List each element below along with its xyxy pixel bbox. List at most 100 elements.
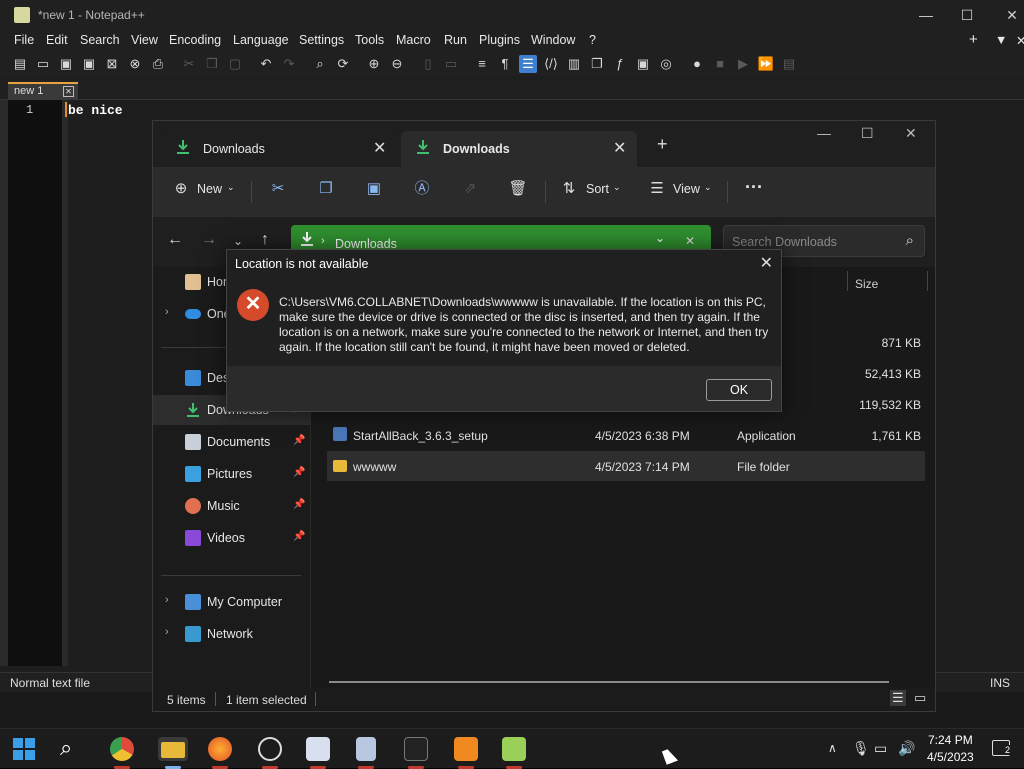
- menu-language[interactable]: Language: [233, 33, 289, 47]
- view-button[interactable]: View: [673, 182, 700, 196]
- lang-icon[interactable]: ⟨/⟩: [542, 55, 560, 73]
- up-arrow-icon[interactable]: ↑: [261, 231, 269, 249]
- menu-file[interactable]: File: [14, 33, 34, 47]
- cut-icon[interactable]: ✂: [180, 55, 198, 73]
- column-header-size[interactable]: Size: [855, 277, 878, 291]
- details-view-icon[interactable]: ☰: [890, 690, 906, 706]
- tiles-view-icon[interactable]: ▭: [914, 690, 926, 706]
- show-all-chars-icon[interactable]: ¶: [496, 55, 514, 73]
- paste-icon[interactable]: ▢: [226, 55, 244, 73]
- clock-date[interactable]: 4/5/2023: [927, 750, 974, 764]
- save-all-icon[interactable]: ▣: [80, 55, 98, 73]
- sort-button[interactable]: Sort: [586, 182, 609, 196]
- horizontal-scrollbar[interactable]: [329, 681, 889, 683]
- close-button[interactable]: ✕: [1000, 6, 1024, 24]
- close-tab-icon[interactable]: ✕: [373, 138, 386, 158]
- menu-edit[interactable]: Edit: [46, 33, 68, 47]
- find-icon[interactable]: ⌕: [311, 55, 329, 73]
- notebook-icon[interactable]: [356, 737, 376, 761]
- indent-guide-icon[interactable]: ☰: [519, 55, 537, 73]
- menu-help[interactable]: ?: [589, 33, 596, 47]
- expand-chevron-icon[interactable]: ›: [165, 626, 169, 638]
- ok-button[interactable]: OK: [706, 379, 772, 401]
- menu-plugins[interactable]: Plugins: [479, 33, 520, 47]
- copy-icon[interactable]: ❐: [316, 179, 336, 199]
- menu-search[interactable]: Search: [80, 33, 120, 47]
- new-tab-icon[interactable]: +: [657, 134, 668, 155]
- notepadpp-icon[interactable]: [502, 737, 526, 761]
- expand-chevron-icon[interactable]: ›: [165, 306, 169, 318]
- paste-icon[interactable]: ▣: [364, 179, 384, 199]
- close-button[interactable]: ✕: [905, 125, 917, 142]
- document-tab[interactable]: new 1 ✕: [8, 82, 78, 100]
- nav-item-videos[interactable]: Videos 📌: [153, 523, 311, 553]
- function-list-icon[interactable]: ƒ: [611, 55, 629, 73]
- editor-text-line[interactable]: be nice: [68, 103, 123, 118]
- maximize-button[interactable]: ☐: [861, 125, 874, 142]
- search-icon[interactable]: ⌕: [60, 737, 84, 761]
- firefox-icon[interactable]: [208, 737, 232, 761]
- menu-settings[interactable]: Settings: [299, 33, 344, 47]
- expand-chevron-icon[interactable]: ›: [165, 594, 169, 606]
- start-windows-icon[interactable]: [12, 737, 36, 761]
- menu-window[interactable]: Window: [531, 33, 575, 47]
- close-tab-icon[interactable]: ✕: [613, 138, 626, 158]
- play-macro-icon[interactable]: ▶: [734, 55, 752, 73]
- clock-time[interactable]: 7:24 PM: [928, 733, 973, 747]
- dropdown-icon[interactable]: ▼: [995, 33, 1007, 47]
- explorer-tab-1[interactable]: Downloads ✕: [161, 131, 397, 167]
- chrome-icon[interactable]: [110, 737, 134, 761]
- search-input[interactable]: Search Downloads: [732, 235, 837, 249]
- nav-item-documents[interactable]: Documents 📌: [153, 427, 311, 457]
- menu-run[interactable]: Run: [444, 33, 467, 47]
- undo-icon[interactable]: ↶: [257, 55, 275, 73]
- chevron-down-icon[interactable]: ⌄: [655, 231, 665, 245]
- save-icon[interactable]: ▣: [57, 55, 75, 73]
- maximize-button[interactable]: ☐: [955, 6, 979, 24]
- menu-encoding[interactable]: Encoding: [169, 33, 221, 47]
- volume-icon[interactable]: 🔊: [898, 740, 915, 757]
- share-icon[interactable]: ⇗: [460, 179, 480, 199]
- save-macro-icon[interactable]: ▤: [780, 55, 798, 73]
- nav-item-my-computer[interactable]: › My Computer: [153, 587, 311, 617]
- menu-view[interactable]: View: [131, 33, 158, 47]
- forward-arrow-icon[interactable]: →: [201, 231, 217, 249]
- rename-icon[interactable]: Ⓐ: [412, 179, 432, 199]
- nav-item-pictures[interactable]: Pictures 📌: [153, 459, 311, 489]
- folder-workspace-icon[interactable]: ▣: [634, 55, 652, 73]
- xampp-icon[interactable]: [454, 737, 478, 761]
- cut-icon[interactable]: ✂: [268, 179, 288, 199]
- close-all-icon[interactable]: ⊗: [126, 55, 144, 73]
- add-tab-icon[interactable]: +: [969, 31, 978, 48]
- copy-icon[interactable]: ❐: [203, 55, 221, 73]
- doc-map-icon[interactable]: ▥: [565, 55, 583, 73]
- obs-icon[interactable]: [258, 737, 282, 761]
- explorer-tab-2[interactable]: Downloads ✕: [401, 131, 637, 167]
- terminal-icon[interactable]: [404, 737, 428, 761]
- menu-macro[interactable]: Macro: [396, 33, 431, 47]
- network-icon[interactable]: ▭: [874, 740, 887, 757]
- minimize-button[interactable]: —: [914, 6, 938, 24]
- sync-h-icon[interactable]: ▭: [442, 55, 460, 73]
- zoom-in-icon[interactable]: ⊕: [365, 55, 383, 73]
- print-icon[interactable]: ⎙: [149, 55, 167, 73]
- stop-macro-icon[interactable]: ■: [711, 55, 729, 73]
- open-file-icon[interactable]: ▭: [34, 55, 52, 73]
- record-macro-icon[interactable]: ●: [688, 55, 706, 73]
- close-icon[interactable]: ✕: [760, 253, 773, 273]
- recent-chevron-icon[interactable]: ⌄: [233, 234, 243, 248]
- doc-list-icon[interactable]: ❐: [588, 55, 606, 73]
- solitaire-icon[interactable]: [306, 737, 330, 761]
- new-file-icon[interactable]: ▤: [11, 55, 29, 73]
- back-arrow-icon[interactable]: ←: [167, 231, 183, 249]
- close-file-icon[interactable]: ⊠: [103, 55, 121, 73]
- monitoring-icon[interactable]: ◎: [657, 55, 675, 73]
- delete-icon[interactable]: 🗑: [508, 179, 528, 199]
- redo-icon[interactable]: ↷: [280, 55, 298, 73]
- run-macro-multiple-icon[interactable]: ⏩: [757, 55, 775, 73]
- table-row[interactable]: StartAllBack_3.6.3_setup 4/5/2023 6:38 P…: [327, 420, 925, 450]
- close-doc-icon[interactable]: ✕: [1016, 33, 1024, 48]
- menu-tools[interactable]: Tools: [355, 33, 384, 47]
- sync-v-icon[interactable]: ▯: [419, 55, 437, 73]
- chevron-up-icon[interactable]: ∧: [828, 741, 837, 755]
